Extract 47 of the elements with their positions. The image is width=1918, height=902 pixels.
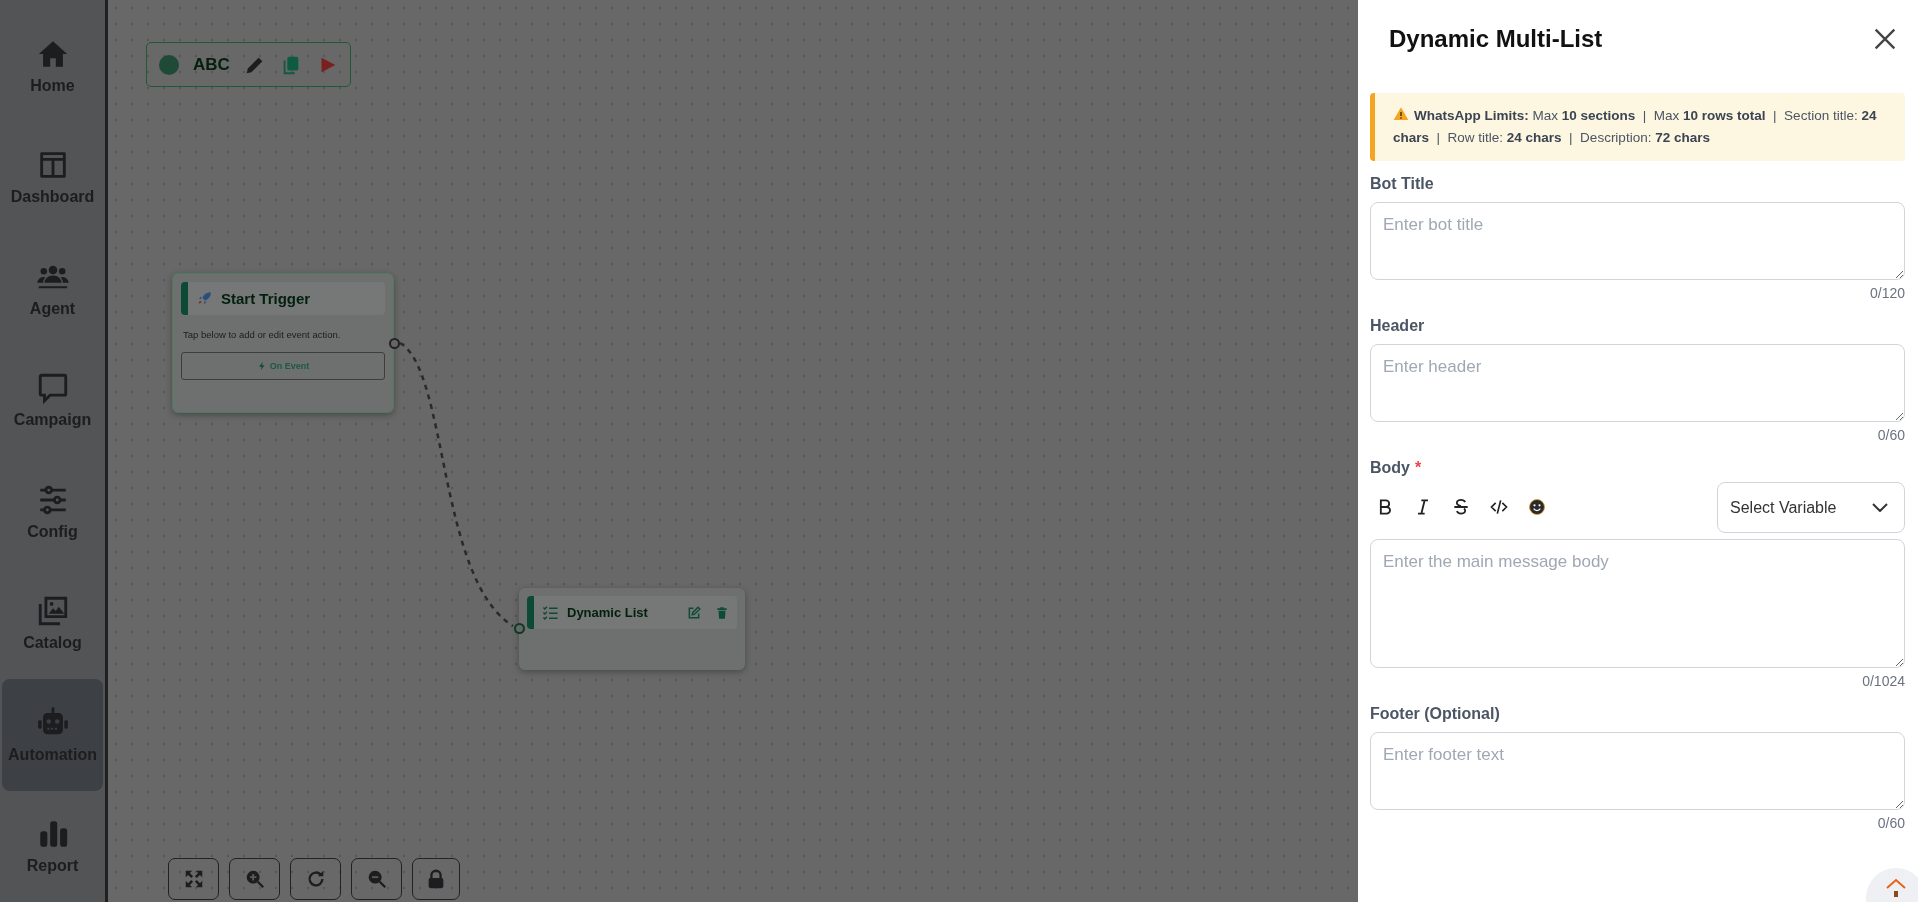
field-label: Bot Title xyxy=(1370,175,1435,193)
variable-select[interactable]: Select Variable xyxy=(1717,482,1905,533)
rocket-icon xyxy=(196,290,213,307)
event-button[interactable]: On Event xyxy=(181,352,385,380)
lock-button[interactable] xyxy=(412,858,460,900)
field-label: Header xyxy=(1370,317,1426,335)
node-header: Start Trigger xyxy=(181,282,385,315)
node-description: Tap below to add or edit event action. xyxy=(183,329,342,340)
character-counter: 0/1024 xyxy=(1861,673,1905,691)
status-dot-icon xyxy=(159,54,179,75)
character-counter: 0/120 xyxy=(1868,285,1905,303)
limits-text: WhatsApp Limits: Max 10 sections | Max 10 rows total | Section title: 24 chars | Row title: 24 chars | Description: 72 chars xyxy=(1393,105,1878,147)
character-counter: 0/60 xyxy=(1876,815,1905,833)
input-field[interactable]: Enter footer text xyxy=(1370,732,1905,810)
field-label: Footer (Optional) xyxy=(1370,705,1501,723)
edit-icon[interactable] xyxy=(687,605,701,620)
home-icon xyxy=(1884,876,1908,900)
sidebar-item[interactable]: Agent xyxy=(2,233,103,345)
warning-icon xyxy=(1393,106,1409,122)
field-label: Body * xyxy=(1370,459,1423,477)
input-field[interactable]: Enter the main message body xyxy=(1370,539,1905,668)
sidebar-item[interactable]: Campaign xyxy=(2,344,103,456)
panel-title: Dynamic Multi-List xyxy=(1389,25,1603,53)
list-node[interactable]: Dynamic List xyxy=(519,588,745,670)
flow-name: ABC xyxy=(193,54,230,75)
fit-view-button[interactable] xyxy=(168,858,219,900)
sidebar-item[interactable]: Report xyxy=(2,790,103,902)
sidebar-item[interactable]: Config xyxy=(2,456,103,568)
connection-handle[interactable] xyxy=(389,338,400,349)
smiley-icon xyxy=(1527,496,1547,517)
zoom-out-button[interactable] xyxy=(351,858,402,900)
node-header: Dynamic List xyxy=(527,596,737,629)
input-field[interactable]: Enter bot title xyxy=(1370,202,1905,280)
sidebar-item[interactable]: Catalog xyxy=(2,567,103,679)
zoom-in-button[interactable] xyxy=(229,858,280,900)
checklist-icon xyxy=(542,604,559,621)
trigger-node[interactable]: Start Trigger Tap below to add or edit event action. On Event xyxy=(172,273,394,413)
sidebar-item[interactable]: Dashboard xyxy=(2,121,103,233)
character-counter: 0/60 xyxy=(1876,427,1905,445)
reset-button[interactable] xyxy=(290,858,341,900)
connection-handle[interactable] xyxy=(514,623,525,634)
sidebar-item[interactable]: Home xyxy=(2,10,103,122)
input-field[interactable]: Enter header xyxy=(1370,344,1905,422)
trash-icon[interactable] xyxy=(715,605,729,620)
strikethrough-icon xyxy=(1451,496,1471,517)
lightning-icon xyxy=(256,361,267,371)
chevron-down-icon xyxy=(1872,503,1888,512)
